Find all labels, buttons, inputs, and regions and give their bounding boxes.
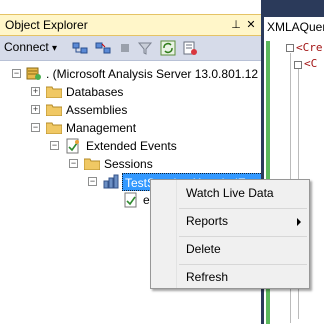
- menu-label: Reports: [186, 214, 229, 228]
- collapse-icon[interactable]: −: [12, 69, 21, 78]
- submenu-arrow-icon: [297, 218, 301, 226]
- collapse-icon[interactable]: [294, 61, 302, 69]
- collapse-icon[interactable]: [286, 44, 294, 52]
- server-icon: [26, 67, 41, 80]
- filter-icon[interactable]: [137, 40, 153, 56]
- event-target-icon: [124, 192, 137, 208]
- tree-node-extended-events[interactable]: − Extended Events: [0, 137, 261, 155]
- tree-node-sessions[interactable]: − Sessions: [0, 155, 261, 173]
- tree-node-databases[interactable]: + Databases: [0, 83, 261, 101]
- connect-button[interactable]: Connect ▾: [4, 40, 57, 54]
- menu-separator: [179, 236, 307, 237]
- chevron-down-icon: ▾: [52, 43, 58, 54]
- connect-label: Connect: [4, 40, 49, 54]
- expand-icon[interactable]: +: [31, 87, 40, 96]
- refresh-icon[interactable]: [160, 40, 176, 56]
- tree-node-server[interactable]: − . (Microsoft Analysis Server 13.0.801.…: [0, 65, 261, 83]
- disconnect-icon[interactable]: [95, 40, 111, 56]
- pin-icon[interactable]: ⊥: [229, 17, 243, 33]
- tree-label-extended-events: Extended Events: [86, 139, 177, 153]
- tree-label-databases: Databases: [66, 85, 124, 99]
- menu-separator: [179, 208, 307, 209]
- folder-icon: [46, 104, 62, 116]
- tree-node-management[interactable]: − Management: [0, 119, 261, 137]
- menu-label: Watch Live Data: [186, 186, 274, 200]
- folder-open-icon: [46, 122, 62, 134]
- code-line-2: <C: [304, 57, 318, 70]
- folder-icon: [46, 86, 62, 98]
- tree-label-assemblies: Assemblies: [66, 103, 128, 117]
- menu-label: Delete: [186, 242, 221, 256]
- tab-label: XMLAQuer: [267, 20, 324, 34]
- extended-events-icon: [66, 138, 79, 154]
- collapse-icon[interactable]: −: [50, 141, 59, 150]
- close-icon[interactable]: ✕: [244, 17, 258, 33]
- panel-title-bar: Object Explorer ⊥ ✕: [0, 14, 261, 36]
- menu-label: Refresh: [186, 270, 229, 284]
- tree-label-management: Management: [66, 121, 137, 135]
- tree-node-assemblies[interactable]: + Assemblies: [0, 101, 261, 119]
- context-menu: Watch Live Data Reports Delete Refresh: [150, 179, 310, 289]
- folder-open-icon: [84, 158, 100, 170]
- menu-separator: [179, 264, 307, 265]
- code-line-1: <Cre: [296, 41, 323, 54]
- activity-monitor-icon[interactable]: [182, 40, 198, 56]
- menu-item-reports[interactable]: Reports: [151, 210, 309, 232]
- menu-item-delete[interactable]: Delete: [151, 238, 309, 260]
- expand-icon[interactable]: +: [31, 105, 40, 114]
- menu-item-watch-live-data[interactable]: Watch Live Data: [151, 182, 309, 204]
- tree-label-sessions: Sessions: [104, 157, 153, 171]
- session-icon: [103, 174, 119, 189]
- panel-title: Object Explorer: [5, 18, 88, 32]
- tab-xmla-query[interactable]: XMLAQuer: [264, 17, 324, 37]
- connect-object-icon[interactable]: [72, 40, 88, 56]
- panel-toolbar: Connect ▾: [0, 36, 261, 61]
- collapse-icon[interactable]: −: [69, 159, 78, 168]
- tree-label-session-child: e: [143, 193, 150, 207]
- stop-icon[interactable]: [117, 40, 133, 56]
- tree-label-server: . (Microsoft Analysis Server 13.0.801.12: [46, 67, 259, 81]
- collapse-icon[interactable]: −: [31, 123, 40, 132]
- collapse-icon[interactable]: −: [88, 177, 97, 186]
- menu-item-refresh[interactable]: Refresh: [151, 266, 309, 288]
